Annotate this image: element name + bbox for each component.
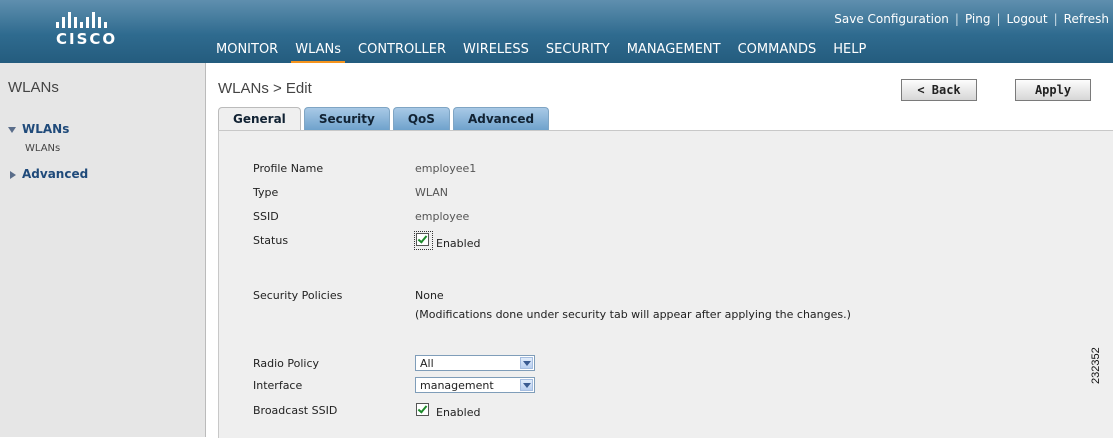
top-links: Save Configuration | Ping | Logout | Refresh [834, 12, 1109, 26]
radio-policy-selected: All [420, 357, 434, 370]
save-configuration-link[interactable]: Save Configuration [834, 12, 949, 26]
security-policies-value: None [415, 289, 444, 302]
broadcast-ssid-enabled-text: Enabled [436, 406, 481, 419]
sidebar-subitem-wlans[interactable]: WLANs [25, 143, 60, 154]
main-content: WLANs > Edit < Back Apply General Securi… [206, 63, 1113, 438]
interface-label: Interface [253, 379, 303, 392]
profile-name-value: employee1 [415, 162, 477, 175]
nav-management[interactable]: MANAGEMENT [627, 42, 721, 63]
broadcast-ssid-checkbox[interactable] [416, 403, 429, 416]
sidebar-item-advanced[interactable]: Advanced [8, 167, 88, 181]
sidebar-item-wlans[interactable]: WLANs [8, 122, 69, 136]
chevron-down-icon [520, 357, 533, 369]
page-title: WLANs > Edit [218, 80, 312, 97]
radio-policy-label: Radio Policy [253, 357, 320, 370]
type-label: Type [253, 186, 279, 199]
security-note: (Modifications done under security tab w… [415, 308, 851, 321]
sidebar-title: WLANs [8, 79, 59, 96]
figure-number: 232352 [1090, 347, 1102, 384]
nav-security[interactable]: SECURITY [546, 42, 610, 63]
profile-name-label: Profile Name [253, 162, 324, 175]
general-panel: Profile Name employee1 Type WLAN SSID em… [218, 130, 1113, 438]
ssid-label: SSID [253, 210, 279, 223]
status-label: Status [253, 234, 289, 247]
cisco-wordmark: CISCO [56, 30, 118, 48]
logout-link[interactable]: Logout [1007, 12, 1048, 26]
chevron-down-icon [520, 379, 533, 391]
broadcast-ssid-label: Broadcast SSID [253, 404, 338, 417]
tab-security[interactable]: Security [303, 107, 390, 130]
nav-wireless[interactable]: WIRELESS [463, 42, 529, 63]
main-nav: MONITOR WLANs CONTROLLER WIRELESS SECURI… [216, 42, 883, 65]
tab-advanced[interactable]: Advanced [452, 107, 550, 130]
cisco-logo: CISCO [56, 8, 156, 58]
status-checkbox[interactable] [416, 233, 429, 246]
collapsed-triangle-icon [10, 170, 16, 179]
ssid-value: employee [415, 210, 470, 223]
cisco-bars-icon [56, 8, 107, 28]
interface-selected: management [420, 379, 494, 392]
nav-help[interactable]: HELP [833, 42, 866, 63]
apply-button[interactable]: Apply [1015, 79, 1091, 101]
ping-link[interactable]: Ping [965, 12, 991, 26]
back-button[interactable]: < Back [901, 79, 977, 101]
radio-policy-select[interactable]: All [415, 355, 535, 371]
interface-select[interactable]: management [415, 377, 535, 393]
expanded-triangle-icon [8, 126, 16, 133]
tab-bar: General Security QoS Advanced [218, 107, 552, 131]
sidebar-item-label: WLANs [22, 122, 70, 136]
nav-commands[interactable]: COMMANDS [738, 42, 817, 63]
sidebar-item-label: Advanced [22, 167, 89, 181]
status-enabled-text: Enabled [436, 237, 481, 250]
tab-general[interactable]: General [218, 107, 301, 131]
nav-monitor[interactable]: MONITOR [216, 42, 278, 63]
tab-qos[interactable]: QoS [392, 107, 450, 130]
type-value: WLAN [415, 186, 449, 199]
security-policies-label: Security Policies [253, 289, 343, 302]
sidebar: WLANs WLANs WLANs Advanced [0, 63, 206, 437]
refresh-link[interactable]: Refresh [1064, 12, 1109, 26]
nav-wlans[interactable]: WLANs [291, 42, 345, 65]
nav-controller[interactable]: CONTROLLER [358, 42, 446, 63]
top-header: CISCO Save Configuration | Ping | Logout | Ref… [0, 0, 1113, 65]
